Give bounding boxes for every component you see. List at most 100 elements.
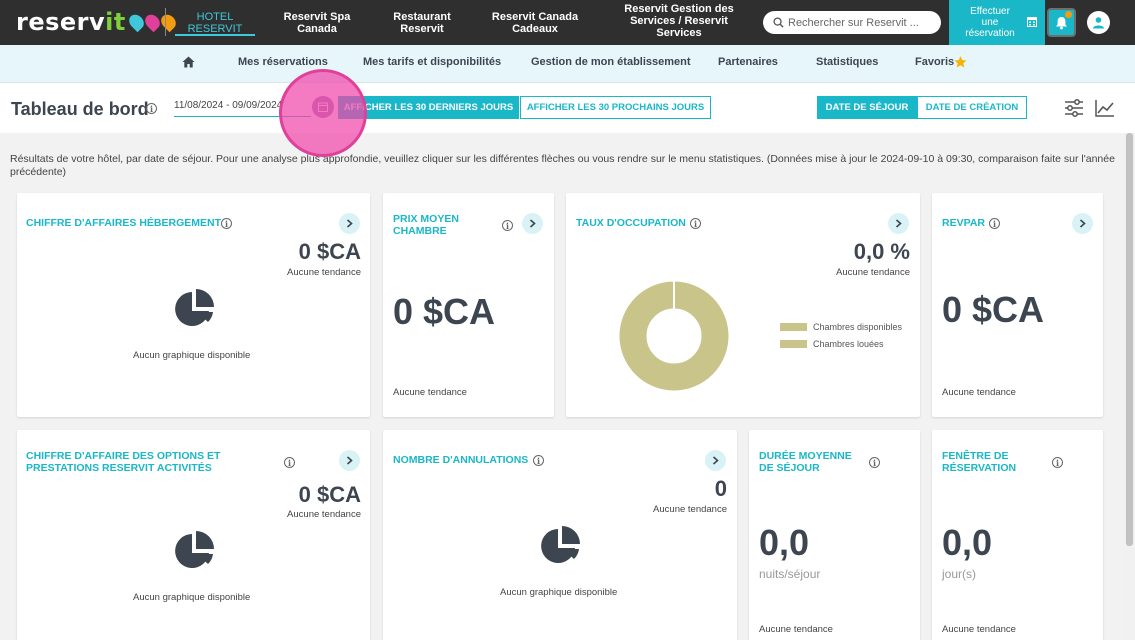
- details-arrow-button[interactable]: [339, 213, 360, 234]
- info-icon[interactable]: i: [690, 218, 701, 229]
- no-chart-text: Aucun graphique disponible: [133, 350, 251, 361]
- nav-gestion-services[interactable]: Reservit Gestion des Services / Reservit S…: [620, 0, 738, 45]
- calendar-icon: [1027, 17, 1037, 27]
- no-chart-text: Aucun graphique disponible: [500, 587, 618, 598]
- card-value: 0 $CA: [298, 482, 361, 507]
- card-annulations: NOMBRE D'ANNULATIONS i 0 Aucune tendance…: [383, 430, 737, 640]
- header-divider: [165, 8, 166, 36]
- chevron-right-icon: [346, 456, 353, 465]
- details-arrow-button[interactable]: [339, 450, 360, 471]
- chevron-right-icon: [529, 219, 536, 228]
- nav-hotel-reservit[interactable]: HOTEL RESERVIT: [175, 0, 255, 45]
- no-chart-text: Aucun graphique disponible: [133, 592, 251, 603]
- click-highlight-circle: [279, 69, 367, 157]
- sub-navigation: Mes réservations Mes tarifs et disponibi…: [0, 45, 1135, 83]
- active-underline: [175, 34, 255, 36]
- card-value: 0 $CA: [942, 289, 1045, 330]
- subnav-tarifs[interactable]: Mes tarifs et disponibilités: [363, 56, 501, 68]
- card-title: TAUX D'OCCUPATION: [576, 217, 686, 229]
- info-icon[interactable]: i: [869, 457, 880, 468]
- subnav-partenaires[interactable]: Partenaires: [718, 56, 778, 68]
- card-value: 0 $CA: [393, 291, 496, 332]
- pie-chart-icon: [175, 531, 214, 568]
- card-value: 0,0: [942, 522, 993, 563]
- card-title: NOMBRE D'ANNULATIONS: [393, 454, 529, 466]
- reservit-logo[interactable]: reservit: [16, 8, 179, 36]
- info-icon[interactable]: i: [533, 455, 544, 466]
- details-arrow-button[interactable]: [888, 213, 909, 234]
- card-title: CHIFFRE D'AFFAIRE DES OPTIONS ET PRESTATI…: [26, 450, 221, 474]
- card-title: PRIX MOYEN CHAMBRE: [393, 213, 459, 237]
- user-avatar[interactable]: [1087, 11, 1110, 34]
- card-value: 0,0 %: [853, 239, 910, 264]
- dashboard-description: Résultats de votre hôtel, par date de sé…: [10, 153, 1115, 178]
- card-trend: Aucune tendance: [653, 504, 727, 515]
- nav-spa-canada[interactable]: Reservit Spa Canada: [272, 0, 362, 45]
- card-unit: jour(s): [942, 567, 977, 581]
- card-revpar: REVPAR i 0 $CA Aucune tendance: [932, 193, 1103, 417]
- search-input[interactable]: Rechercher sur Reservit ...: [763, 11, 941, 34]
- nav-canada-cadeaux[interactable]: Reservit Canada Cadeaux: [484, 0, 586, 45]
- info-icon[interactable]: i: [989, 218, 1000, 229]
- card-title: CHIFFRE D'AFFAIRES HÉBERGEMENT: [26, 217, 222, 229]
- home-icon[interactable]: [182, 56, 195, 68]
- card-ca-options: CHIFFRE D'AFFAIRE DES OPTIONS ET PRESTATI…: [17, 430, 370, 640]
- card-trend: Aucune tendance: [836, 267, 910, 278]
- notifications-button[interactable]: [1047, 8, 1076, 37]
- search-icon: [773, 17, 784, 28]
- card-trend: Aucune tendance: [942, 624, 1016, 635]
- info-icon[interactable]: i: [502, 220, 513, 231]
- info-icon[interactable]: i: [1052, 457, 1063, 468]
- chevron-right-icon: [712, 456, 719, 465]
- card-duree-sejour: DURÉE MOYENNE DE SÉJOUR i 0,0 nuits/séjou…: [749, 430, 920, 640]
- chevron-right-icon: [346, 219, 353, 228]
- top-header: reservit HOTEL RESERVIT Reservit Spa Canad…: [0, 0, 1135, 45]
- stay-date-toggle[interactable]: DATE DE SÉJOUR: [817, 96, 917, 119]
- info-icon[interactable]: i: [221, 218, 232, 229]
- details-arrow-button[interactable]: [522, 213, 543, 234]
- info-icon[interactable]: i: [146, 103, 157, 114]
- card-fenetre-reservation: FENÊTRE DE RÉSERVATION i 0,0 jour(s) Aucu…: [932, 430, 1103, 640]
- card-ca-hebergement: CHIFFRE D'AFFAIRES HÉBERGEMENT i 0 $CA A…: [17, 193, 370, 417]
- dashboard-toolbar: Tableau de bord i 11/08/2024 - 09/09/202…: [0, 83, 1135, 133]
- chart-trend-icon[interactable]: [1094, 97, 1116, 119]
- card-trend: Aucune tendance: [287, 509, 361, 520]
- make-reservation-button[interactable]: Effectuer une réservation: [949, 0, 1045, 45]
- filter-settings-icon[interactable]: [1063, 97, 1085, 119]
- creation-date-toggle[interactable]: DATE DE CRÉATION: [917, 96, 1027, 119]
- card-trend: Aucune tendance: [393, 387, 467, 398]
- scrollbar-thumb[interactable]: [1126, 133, 1133, 546]
- subnav-gestion[interactable]: Gestion de mon établissement: [531, 56, 691, 68]
- legend-item-rented: Chambres louées: [780, 339, 884, 349]
- subnav-statistiques[interactable]: Statistiques: [816, 56, 878, 68]
- card-prix-moyen: PRIX MOYEN CHAMBRE i 0 $CA Aucune tendanc…: [383, 193, 554, 417]
- next-30-days-button[interactable]: AFFICHER LES 30 PROCHAINS JOURS: [520, 96, 711, 119]
- search-placeholder: Rechercher sur Reservit ...: [788, 16, 919, 29]
- pie-chart-icon: [175, 289, 214, 326]
- card-value: 0,0: [759, 522, 810, 563]
- chevron-right-icon: [895, 219, 902, 228]
- subnav-mes-reservations[interactable]: Mes réservations: [238, 56, 328, 68]
- notification-badge: [1065, 11, 1072, 18]
- page-scrollbar[interactable]: [1124, 133, 1135, 640]
- chevron-right-icon: [1079, 219, 1086, 228]
- details-arrow-button[interactable]: [1072, 213, 1093, 234]
- details-arrow-button[interactable]: [705, 450, 726, 471]
- card-title: DURÉE MOYENNE DE SÉJOUR: [759, 450, 852, 474]
- card-taux-occupation: TAUX D'OCCUPATION i 0,0 % Aucune tendanc…: [566, 193, 920, 417]
- card-title: FENÊTRE DE RÉSERVATION: [942, 450, 1017, 474]
- user-icon: [1093, 17, 1104, 29]
- page-title: Tableau de bord: [11, 99, 149, 119]
- card-trend: Aucune tendance: [287, 267, 361, 278]
- info-icon[interactable]: i: [284, 457, 295, 468]
- logo-text-accent: it: [105, 8, 126, 36]
- card-value: 0: [714, 476, 727, 501]
- subnav-favoris[interactable]: Favoris: [915, 56, 954, 68]
- card-unit: nuits/séjour: [759, 567, 821, 581]
- nav-restaurant-reservit[interactable]: Restaurant Reservit: [380, 0, 464, 45]
- card-trend: Aucune tendance: [942, 387, 1016, 398]
- card-value: 0 $CA: [298, 239, 361, 264]
- legend-item-available: Chambres disponibles: [780, 322, 902, 332]
- logo-text: reserv: [16, 8, 106, 36]
- card-trend: Aucune tendance: [759, 624, 833, 635]
